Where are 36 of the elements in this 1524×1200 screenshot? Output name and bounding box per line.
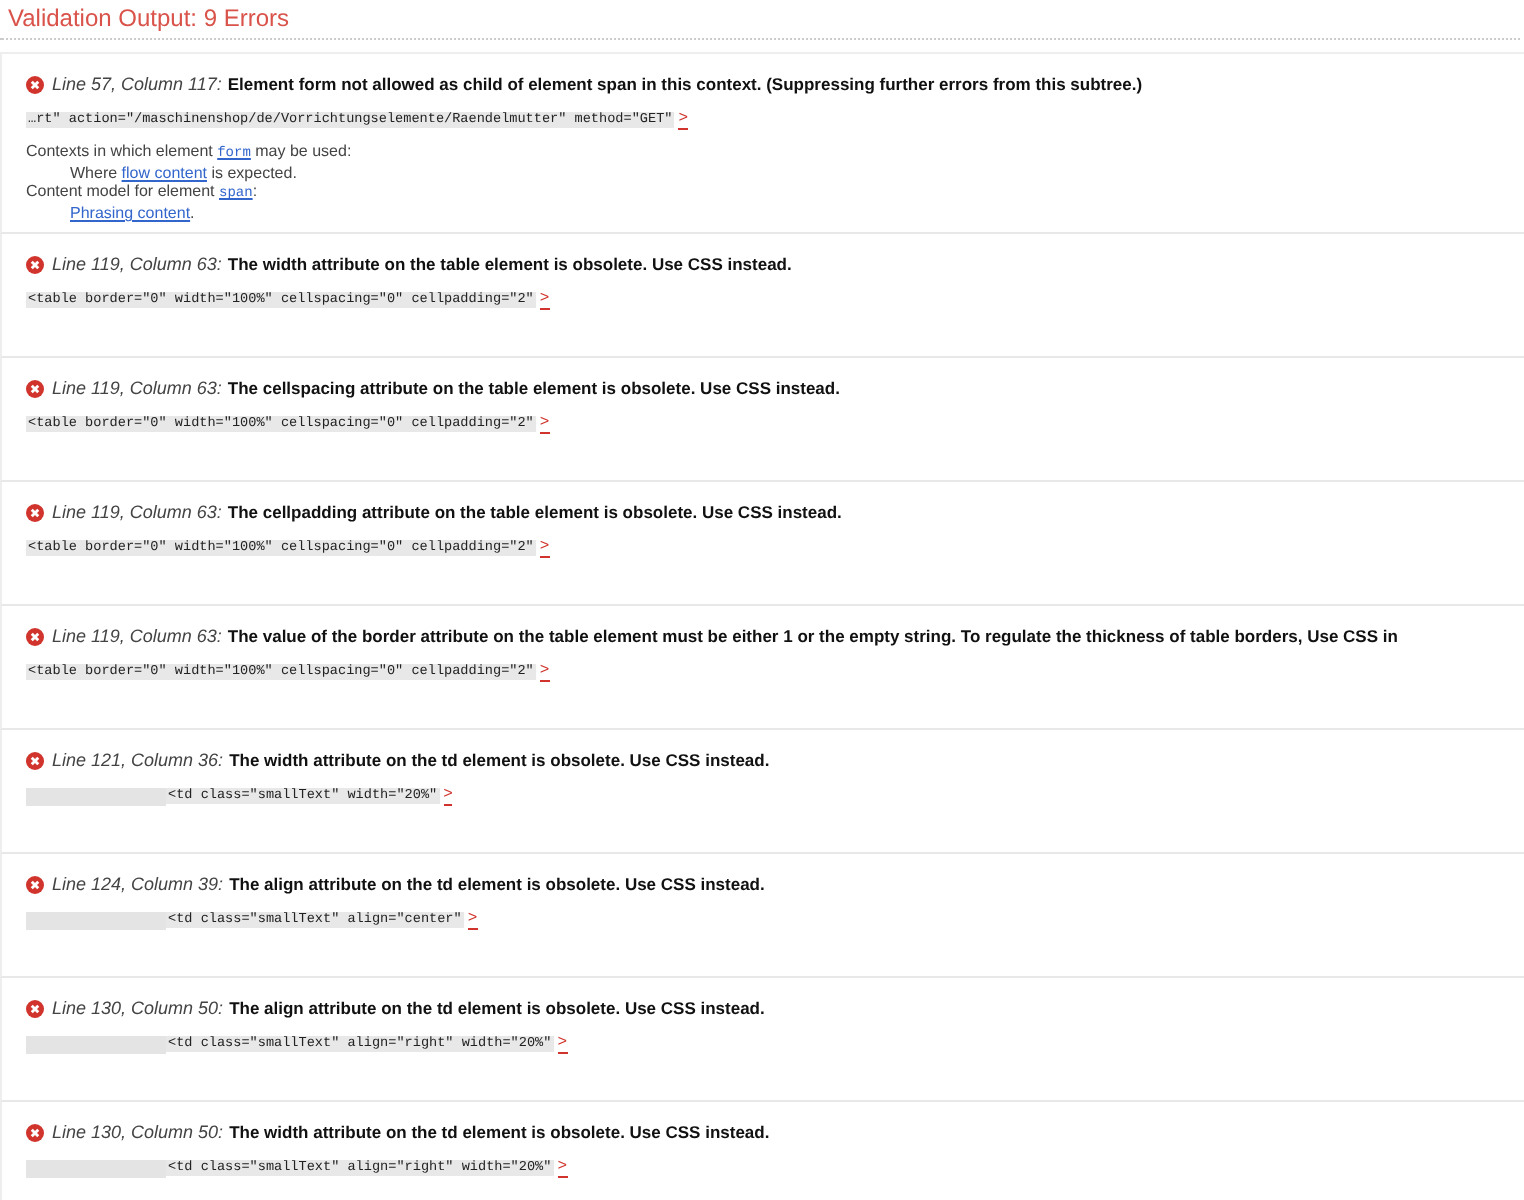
indent-whitespace [26,1035,166,1053]
error-location: Line 119, Column 63: [52,502,222,522]
error-icon [26,627,44,645]
error-message: The align attribute on the td element is obsolete. Use CSS instead. [229,874,765,894]
error-location: Line 124, Column 39: [52,874,224,894]
content-link[interactable]: flow content [121,164,207,182]
error-icon [26,75,44,93]
error-icon [26,999,44,1017]
indent-whitespace [26,911,166,929]
error-icon [26,751,44,769]
error-location: Line 119, Column 63: [52,378,222,398]
error-icon [26,875,44,893]
error-message: The value of the border attribute on the table element must be either 1 or the empty string. To regulate the thickness of table borders, Use CSS in [227,626,1398,646]
error-location: Line 130, Column 50: [52,1122,224,1142]
error-icon [26,255,44,273]
error-location: Line 119, Column 63: [52,254,222,274]
content-link[interactable]: Phrasing content [70,204,191,222]
error-message: The align attribute on the td element is obsolete. Use CSS instead. [229,998,765,1018]
error-message: Element form not allowed as child of element span in this context. (Suppressing further errors from this subtree.) [227,74,1143,94]
error-location: Line 119, Column 63: [52,626,222,646]
error-location: Line 130, Column 50: [52,998,224,1018]
detail-text: Phrasing content. [68,204,197,222]
indent-whitespace [26,787,166,805]
error-location: Line 121, Column 36: [52,750,224,770]
error-message: The cellpadding attribute on the table element is obsolete. Use CSS instead. [227,502,842,522]
error-icon [26,1123,44,1141]
error-message: The cellspacing attribute on the table element is obsolete. Use CSS instead. [227,378,840,398]
error-location: Line 57, Column 117: [52,74,222,94]
error-message: The width attribute on the td element is obsolete. Use CSS instead. [229,750,770,770]
error-message: The width attribute on the table element is obsolete. Use CSS instead. [227,254,792,274]
indent-whitespace [26,1159,166,1177]
page-title: Validation Output: 9 Errors [0,0,1520,40]
error-icon [26,379,44,397]
detail-text: Where flow content is expected. [68,164,299,182]
error-icon [26,503,44,521]
error-message: The width attribute on the td element is obsolete. Use CSS instead. [229,1122,770,1142]
